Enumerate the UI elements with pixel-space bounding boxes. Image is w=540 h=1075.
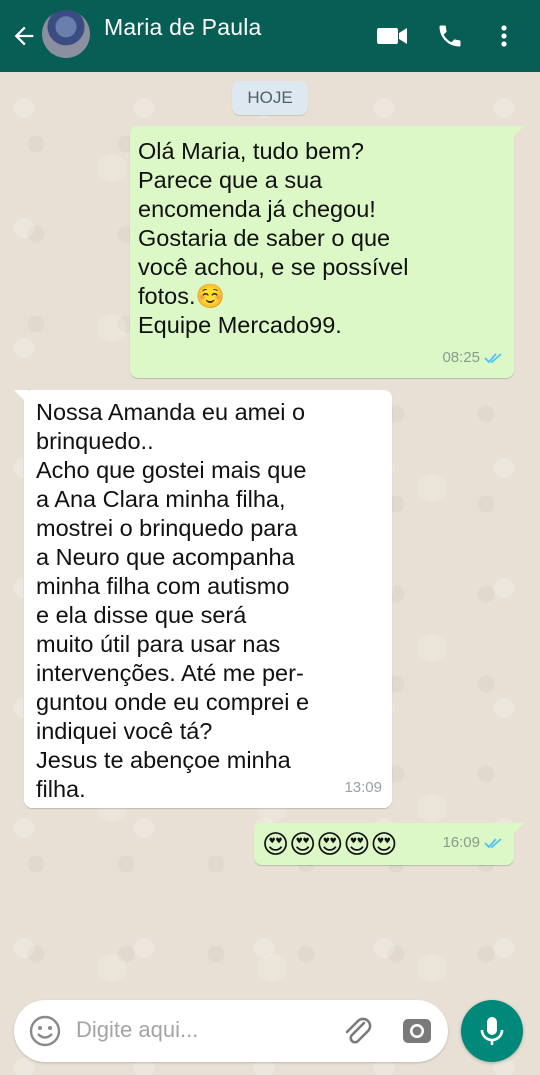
- message-input[interactable]: Digite aqui...: [76, 1017, 198, 1043]
- message-bubble-incoming[interactable]: Nossa Amanda eu amei o brinquedo.. Acho …: [14, 390, 392, 808]
- chat-header: Maria de Paula: [0, 0, 540, 72]
- avatar[interactable]: [42, 10, 90, 58]
- message-bubble-outgoing[interactable]: Olá Maria, tudo bem? Parece que a sua en…: [130, 126, 524, 378]
- double-check-icon: [484, 352, 502, 363]
- contact-name[interactable]: Maria de Paula: [104, 14, 262, 41]
- emoji-icon[interactable]: [28, 1014, 62, 1048]
- message-text: Olá Maria, tudo bem? Parece que a sua en…: [138, 138, 409, 338]
- double-check-icon: [484, 837, 502, 848]
- message-meta: 16:09: [442, 828, 504, 857]
- bubble-tail: [510, 126, 524, 140]
- bubble-tail: [510, 823, 524, 837]
- emoji-message: 😍😍😍😍😍: [262, 829, 398, 859]
- message-time: 16:09: [442, 834, 480, 851]
- message-text: Nossa Amanda eu amei o brinquedo.. Acho …: [36, 399, 310, 802]
- date-chip: HOJE: [232, 81, 308, 115]
- camera-icon[interactable]: [400, 1014, 434, 1048]
- mic-button[interactable]: [461, 1000, 523, 1062]
- mic-icon: [480, 1017, 504, 1045]
- message-time: 13:09: [344, 779, 382, 796]
- paperclip-icon[interactable]: [340, 1013, 376, 1049]
- arrow-left-icon[interactable]: [10, 22, 38, 50]
- more-vert-icon[interactable]: [490, 22, 518, 50]
- message-bubble-outgoing[interactable]: 😍😍😍😍😍 16:09: [254, 823, 524, 865]
- bubble-tail: [14, 390, 28, 404]
- message-time: 08:25: [442, 349, 480, 366]
- message-composer[interactable]: Digite aqui...: [14, 1000, 448, 1062]
- phone-icon[interactable]: [434, 22, 466, 50]
- message-meta: 08:25: [442, 343, 504, 372]
- message-meta: 13:09: [344, 773, 382, 802]
- video-call-icon[interactable]: [376, 22, 408, 50]
